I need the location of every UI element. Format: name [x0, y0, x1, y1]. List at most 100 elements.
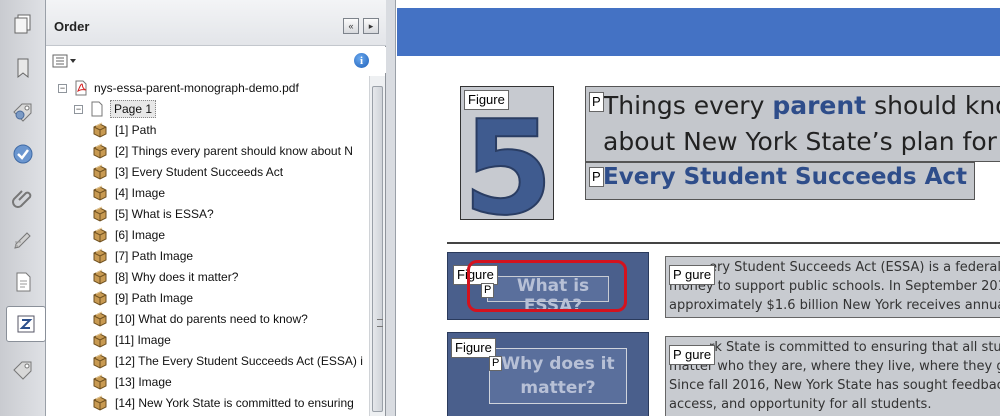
tree-tag-item[interactable]: [13] Image — [92, 372, 174, 392]
page-icon — [91, 101, 103, 117]
bookmarks-icon[interactable] — [4, 50, 42, 86]
why-heading-line: Why does it — [501, 354, 615, 374]
horizontal-rule — [447, 242, 1000, 244]
tag-box-icon — [93, 227, 107, 243]
paragraph-line: ery Student Succeeds Act (ESSA) is a fed… — [709, 260, 1000, 275]
title-line-2: about New York State’s plan for t — [603, 127, 1000, 156]
selection-highlight-ring — [467, 260, 627, 312]
page-label: Page 1 — [110, 100, 157, 118]
tree-tag-item[interactable]: [5] What is ESSA? — [92, 204, 216, 224]
options-icon — [52, 54, 76, 68]
document-icon[interactable] — [4, 264, 42, 300]
tag-label: [7] Path Image — [115, 249, 194, 263]
paragraph-nys: rk State is committed to ensuring that a… — [669, 338, 1000, 414]
tag-box-icon — [93, 353, 107, 369]
tree-tag-item[interactable]: [8] Why does it matter? — [92, 267, 240, 287]
info-icon[interactable]: i — [354, 53, 369, 68]
tree-tag-item[interactable]: [4] Image — [92, 183, 167, 203]
signatures-icon[interactable] — [4, 136, 42, 172]
tag-label: [1] Path — [115, 123, 157, 137]
tag-label: [4] Image — [115, 186, 166, 200]
tag-box-icon — [93, 164, 107, 180]
p-tag[interactable]: P — [589, 92, 604, 112]
collapse-toggle-icon[interactable]: − — [58, 83, 67, 93]
panel-title: Order — [54, 19, 90, 34]
tag-box-icon — [93, 206, 107, 222]
tags-icon[interactable] — [4, 352, 42, 388]
tree-tag-item[interactable]: [3] Every Student Succeeds Act — [92, 162, 285, 182]
panel-splitter[interactable] — [386, 0, 396, 416]
content-edit-icon[interactable] — [4, 222, 42, 258]
tag-box-icon — [93, 311, 107, 327]
figure-p-tag[interactable]: P gure — [669, 345, 716, 365]
tag-label: [8] Why does it matter? — [115, 270, 239, 284]
attachments-icon[interactable] — [4, 180, 42, 216]
tag-box-icon — [93, 143, 107, 159]
title-highlight: parent — [772, 91, 867, 120]
figure-tag[interactable]: Figure — [451, 338, 496, 358]
tree-scrollbar[interactable] — [369, 76, 385, 416]
tag-label: [14] New York State is committed to ensu… — [115, 396, 354, 410]
subtitle: Every Student Succeeds Act — [603, 164, 968, 190]
tree-tag-item[interactable]: [2] Things every parent should know abou… — [92, 141, 355, 161]
paragraph-line: matter who they are, where they live, wh… — [669, 359, 1000, 374]
tag-box-icon — [93, 122, 107, 138]
header-band — [397, 8, 1000, 56]
arrow-right-icon: ▸ — [368, 20, 374, 31]
file-name: nys-essa-parent-monograph-demo.pdf — [94, 81, 299, 95]
navigation-rail — [0, 0, 46, 416]
panel-toolbar: i — [46, 47, 386, 73]
tag-label: [5] What is ESSA? — [115, 207, 214, 221]
tag-label: [2] Things every parent should know abou… — [115, 144, 353, 158]
paragraph-line: Since fall 2016, New York State has soug… — [669, 378, 1000, 393]
pages-icon[interactable] — [4, 6, 42, 42]
document-view: 5 Figure Things every parent should know… — [397, 0, 1000, 416]
tag-label: [11] Image — [115, 333, 171, 347]
collapse-toggle-icon[interactable]: − — [74, 104, 83, 114]
tag-label: [3] Every Student Succeeds Act — [115, 165, 284, 179]
collapse-panel-button[interactable]: « — [343, 18, 359, 34]
why-heading-line: matter? — [520, 378, 596, 398]
tree-tag-item[interactable]: [11] Image — [92, 330, 173, 350]
pdf-file-icon — [75, 80, 87, 96]
tag-box-icon — [93, 395, 107, 411]
tree-file-node[interactable]: − nys-essa-parent-monograph-demo.pdf — [58, 78, 299, 98]
tag-box-icon — [93, 248, 107, 264]
tree-tag-item[interactable]: [14] New York State is committed to ensu… — [92, 393, 356, 413]
tree-tag-item[interactable]: [10] What do parents need to know? — [92, 309, 310, 329]
paragraph-line: money to support public schools. In Sept… — [669, 279, 1000, 294]
panel-header: Order « ▸ — [46, 0, 386, 46]
svg-text:5: 5 — [463, 92, 553, 220]
page-title: Things every parent should know about Ne… — [603, 88, 1000, 160]
order-panel-icon[interactable] — [6, 306, 46, 342]
scrollbar-thumb[interactable] — [372, 86, 383, 412]
tree-page-node[interactable]: − Page 1 — [74, 99, 157, 119]
p-tag[interactable]: P — [589, 167, 604, 187]
panel-forward-button[interactable]: ▸ — [363, 18, 379, 34]
tree-tag-item[interactable]: [1] Path — [92, 120, 158, 140]
grip-icon — [377, 319, 383, 327]
security-tag-icon[interactable] — [4, 94, 42, 130]
options-menu-button[interactable] — [52, 53, 78, 69]
figure-tag[interactable]: Figure — [464, 90, 509, 110]
tree-tag-item[interactable]: [7] Path Image — [92, 246, 195, 266]
tag-box-icon — [93, 269, 107, 285]
p-tag[interactable]: P — [489, 356, 503, 371]
tag-box-icon — [93, 332, 107, 348]
paragraph-line: access, and opportunity for all students… — [669, 397, 932, 412]
tag-box-icon — [93, 374, 107, 390]
title-text-part: Things every — [603, 91, 773, 120]
tag-label: [12] The Every Student Succeeds Act (ESS… — [115, 354, 363, 368]
tag-label: [10] What do parents need to know? — [115, 312, 308, 326]
tree-tag-item[interactable]: [12] The Every Student Succeeds Act (ESS… — [92, 351, 365, 371]
tree-tag-item[interactable]: [9] Path Image — [92, 288, 195, 308]
paragraph-line: rk State is committed to ensuring that a… — [709, 340, 1000, 355]
tag-label: [13] Image — [115, 375, 172, 389]
order-tree: − nys-essa-parent-monograph-demo.pdf − P… — [50, 78, 368, 416]
tag-label: [6] Image — [115, 228, 166, 242]
paragraph-essa: ery Student Succeeds Act (ESSA) is a fed… — [669, 258, 1000, 315]
double-chevron-left-icon: « — [348, 21, 354, 31]
tree-tag-item[interactable]: [6] Image — [92, 225, 167, 245]
tag-box-icon — [93, 290, 107, 306]
figure-p-tag[interactable]: P gure — [669, 265, 716, 285]
